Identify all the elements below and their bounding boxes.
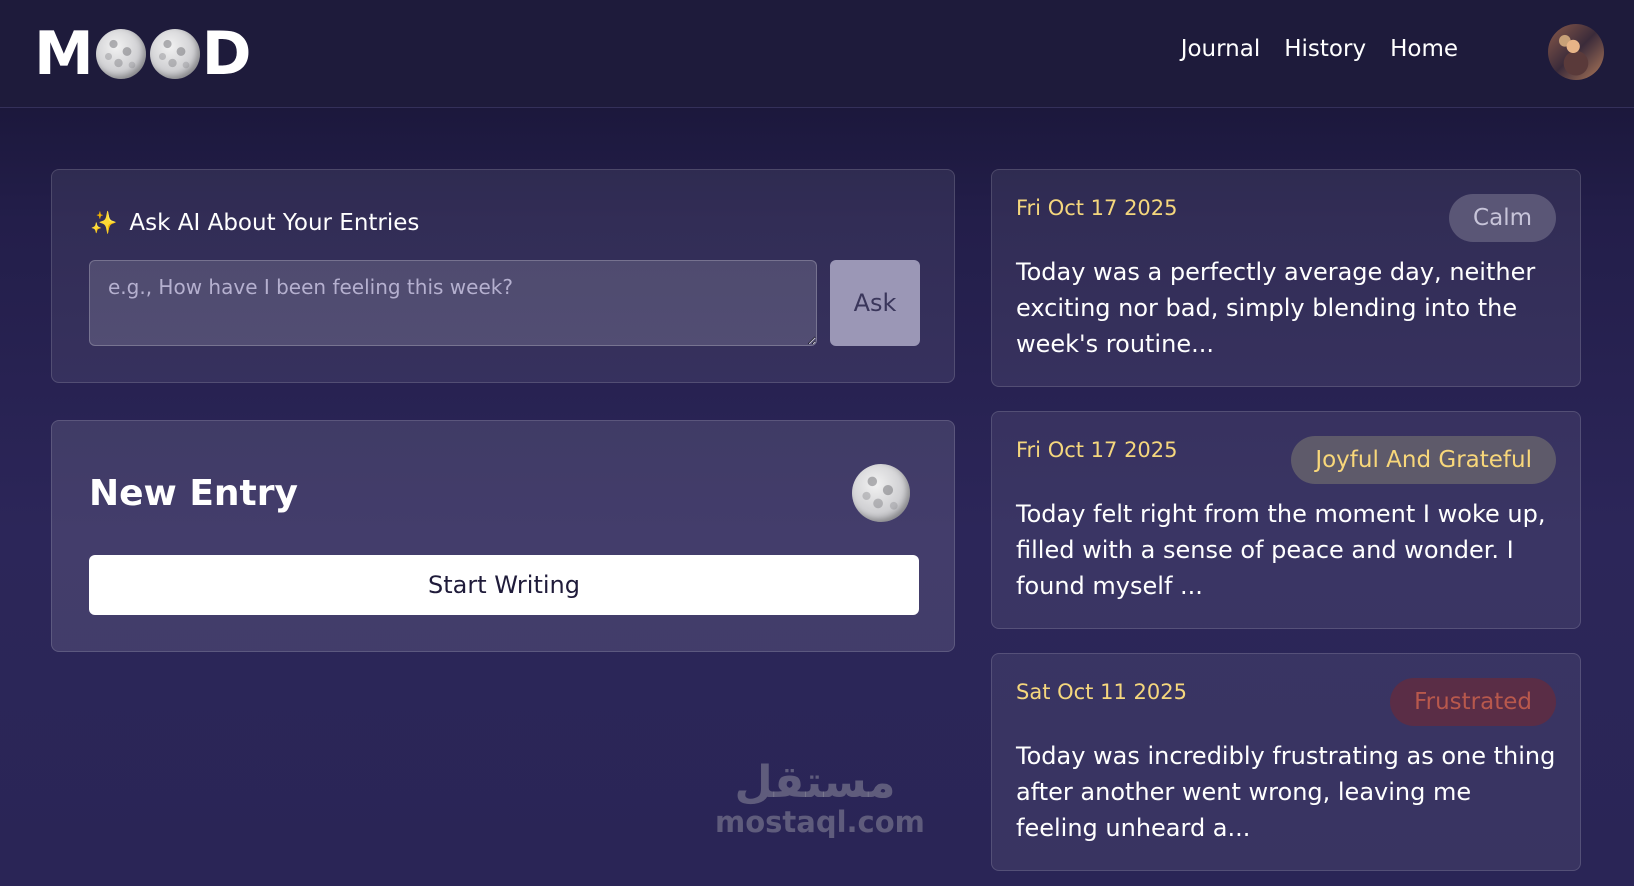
ask-button[interactable]: Ask [830, 260, 920, 346]
nav-journal-link[interactable]: Journal [1181, 36, 1261, 62]
moon-icon [852, 464, 910, 522]
mostaql-watermark: مستقل mostaql.com [715, 757, 925, 839]
entry-excerpt: Today was a perfectly average day, neith… [1016, 258, 1536, 358]
history-entry-card[interactable]: Sat Oct 11 2025 Frustrated Today was inc… [991, 653, 1581, 871]
new-entry-title: New Entry [89, 473, 298, 514]
watermark-latin: mostaql.com [715, 805, 925, 839]
start-writing-button[interactable]: Start Writing [89, 555, 919, 615]
ask-ai-input[interactable] [89, 260, 817, 346]
entry-excerpt: Today was incredibly frustrating as one … [1016, 742, 1556, 842]
ask-ai-card: ✨ Ask AI About Your Entries Ask [51, 169, 955, 383]
entry-date: Fri Oct 17 2025 [1016, 438, 1178, 462]
watermark-arabic: مستقل [734, 757, 896, 808]
logo-letter-m: M [34, 19, 94, 89]
mood-badge: Calm [1449, 194, 1556, 242]
mood-logo[interactable]: M D [34, 19, 252, 89]
sparkle-icon: ✨ [90, 210, 118, 236]
ask-ai-heading: ✨ Ask AI About Your Entries [90, 210, 419, 236]
top-nav: Journal History Home [1181, 36, 1458, 62]
nav-home-link[interactable]: Home [1390, 36, 1458, 62]
moon-icon [149, 29, 200, 79]
nav-history-link[interactable]: History [1284, 36, 1366, 62]
new-entry-card: New Entry Start Writing [51, 420, 955, 652]
history-entry-card[interactable]: Fri Oct 17 2025 Joyful And Grateful Toda… [991, 411, 1581, 629]
entry-date: Sat Oct 11 2025 [1016, 680, 1187, 704]
entry-excerpt: Today felt right from the moment I woke … [1016, 500, 1546, 600]
app-header: M D Journal History Home [0, 0, 1634, 108]
user-avatar[interactable] [1548, 24, 1604, 80]
logo-letter-d: D [201, 19, 252, 89]
entry-date: Fri Oct 17 2025 [1016, 196, 1178, 220]
ask-ai-title: Ask AI About Your Entries [129, 210, 420, 236]
mood-badge: Frustrated [1390, 678, 1556, 726]
moon-icon [95, 29, 146, 79]
history-entry-card[interactable]: Fri Oct 17 2025 Calm Today was a perfect… [991, 169, 1581, 387]
mood-badge: Joyful And Grateful [1291, 436, 1556, 484]
